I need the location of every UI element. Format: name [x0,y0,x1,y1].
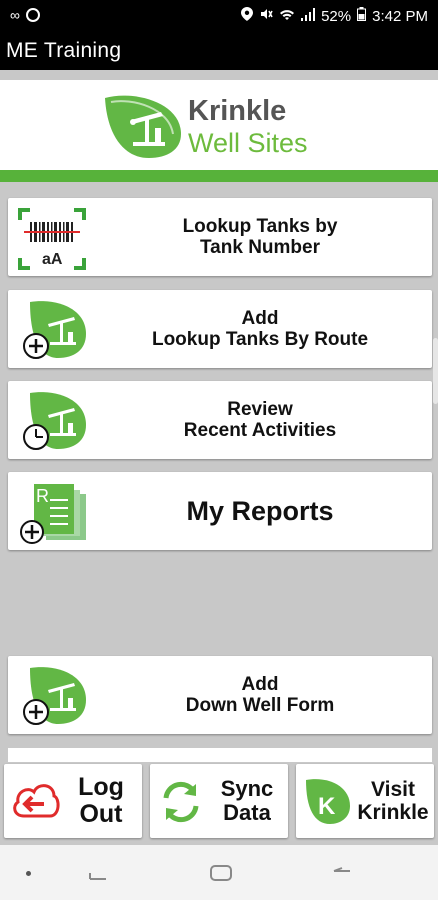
visit-krinkle-label: Visit Krinkle [352,764,434,838]
label-line-2: Down Well Form [185,695,335,716]
battery-percent: 52% [321,7,352,25]
lookup-tanks-by-route-button[interactable]: Add Lookup Tanks By Route [8,290,432,368]
wifi-icon [279,8,295,25]
add-down-well-form-label: Add Down Well Form [88,656,432,734]
label-line-2: Lookup Tanks By Route [151,329,369,350]
krinkle-leaf-logo-icon [103,94,183,165]
label-line-2: Krinkle [357,801,429,824]
voicemail-icon: ∞ [10,7,20,23]
label-line-1: Sync [220,776,274,801]
sync-data-button[interactable]: Sync Data [150,764,288,838]
reports-document-icon: R [16,480,88,544]
home-icon[interactable] [210,865,232,886]
k-badge-text: K [318,793,336,820]
label-line-2: Data [223,800,271,825]
battery-icon [357,7,367,25]
lookup-tanks-by-route-label: Add Lookup Tanks By Route [88,290,432,368]
label-line-1: Add [241,674,279,695]
visit-krinkle-button[interactable]: K Visit Krinkle [296,764,434,838]
add-down-well-leaf-icon [16,664,88,728]
add-route-leaf-icon [16,298,88,362]
label-line-1: Visit [371,778,415,801]
label-line-2: Tank Number [199,237,320,258]
label-line-2: Out [79,800,123,828]
clock: 3:42 PM [372,7,428,25]
signal-icon [301,7,316,25]
label-line-1: Review [227,399,293,420]
nav-dot-icon[interactable] [26,871,31,876]
header-divider [0,170,438,182]
logout-label: Log Out [60,764,142,838]
status-bar: ∞ 52% 3:42 PM [0,0,438,32]
lookup-tanks-by-number-label: Lookup Tanks by Tank Number [88,198,432,276]
label-line-1: Lookup Tanks by [182,216,338,237]
add-down-well-form-button[interactable]: Add Down Well Form [8,656,432,734]
app-title: ME Training [0,32,438,70]
logo-tagline: Well Sites [188,128,308,158]
system-nav-bar [0,845,438,900]
recent-activity-clock-icon [16,389,88,453]
my-reports-label: My Reports [186,496,334,526]
report-letter: R [36,486,49,506]
review-recent-activities-label: Review Recent Activities [88,381,432,459]
label-line-1: Log [78,773,124,801]
recent-apps-icon[interactable] [88,867,108,886]
logout-cloud-icon [10,776,60,826]
scrollbar[interactable] [433,338,438,404]
krinkle-k-leaf-icon: K [302,776,352,826]
mute-icon [259,7,273,25]
back-icon[interactable] [332,867,352,886]
review-recent-activities-button[interactable]: Review Recent Activities [8,381,432,459]
next-card-peek [8,748,432,762]
location-icon [241,7,254,25]
barcode-scan-icon: aA [16,206,88,270]
lookup-tanks-by-number-button[interactable]: aA Lookup Tanks by Tank Number [8,198,432,276]
barcode-text: aA [42,251,63,268]
logo-header: Krinkle Well Sites [0,80,438,170]
sync-status-icon [25,8,40,22]
label-line-2: Recent Activities [183,420,337,441]
sync-data-label: Sync Data [206,764,288,838]
sync-arrows-icon [156,776,206,826]
logo-name: Krinkle [188,95,287,127]
label-line-1: Add [241,308,279,329]
my-reports-button[interactable]: R My Reports [8,472,432,550]
logout-button[interactable]: Log Out [4,764,142,838]
